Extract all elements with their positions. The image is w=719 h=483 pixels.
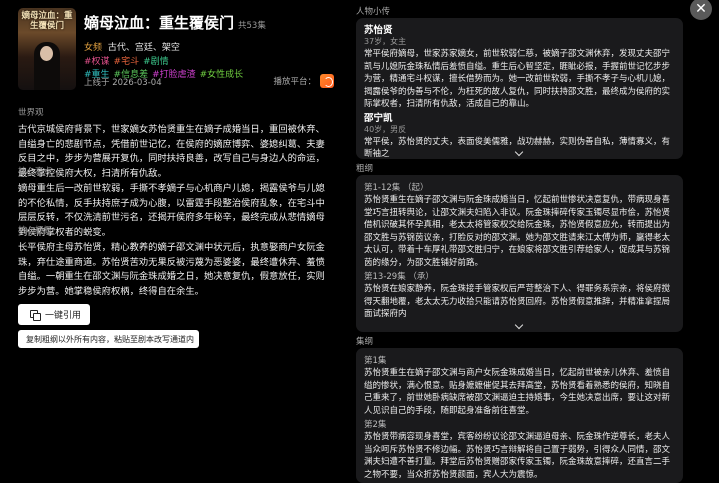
character-name: 邵宁凯 — [364, 112, 393, 124]
section-title: 核心亮点 — [18, 167, 53, 177]
quote-button-label: 一键引用 — [45, 311, 82, 321]
episode-label: 第1集 — [364, 356, 387, 366]
tag: #权谋 — [84, 57, 110, 67]
episodes-title: 集纲 — [356, 337, 374, 347]
tag: #女性成长 — [199, 70, 244, 80]
episode-text: 苏怡贤带病容现身喜堂，宾客纷纷议论邵文渊逼迫母亲、阮金珠作逆尊长，老夫人当众呵斥… — [364, 432, 671, 480]
copy-hint: 复制粗纲以外所有内容，粘贴至剧本改写通道内 — [18, 330, 199, 348]
genre-label: 女频 — [84, 43, 103, 53]
episode-label: 第2集 — [364, 420, 387, 430]
characters-title: 人物小传 — [356, 7, 391, 17]
episodes-card[interactable]: 第1集 苏怡贤重生在嫡子邵文渊与商户女阮金珠成婚当日，忆起前世被亲儿休弃、羞愤自… — [356, 348, 683, 483]
drama-meta: 嫡母泣血：重生覆侯门 共53集 女频 古代、宫廷、架空 #权谋 #宅斗 #剧情 #重生… — [84, 8, 344, 82]
outline-text: 苏怡贤重生在嫡子邵文渊与阮金珠成婚当日，忆起前世惨状决意复仇，带病现身喜堂巧言扭… — [364, 195, 671, 268]
tag: #剧情 — [143, 57, 169, 67]
close-icon: ✕ — [695, 1, 707, 17]
platform-label: 播放平台： — [273, 77, 316, 87]
section-title: 核心梗概 — [18, 226, 53, 236]
copy-icon — [30, 310, 41, 321]
close-button[interactable]: ✕ — [690, 0, 712, 20]
outline-text: 苏怡贤在娘家静养，阮金珠接手管家权后严苛整治下人、得罪务系宗亲，将侯府搅得天翻地… — [364, 284, 671, 319]
genres: 古代、宫廷、架空 — [107, 43, 180, 53]
drama-title: 嫡母泣血：重生覆侯门 — [84, 14, 235, 32]
outline-phase: 第13-29集 （承） — [364, 272, 434, 282]
expand-chevron-icon[interactable] — [514, 320, 524, 330]
character-meta: 40岁，男反 — [364, 124, 407, 134]
release-date: 上线于 2026-03-04 — [84, 78, 162, 88]
episode-count: 共53集 — [238, 21, 266, 31]
outline-card[interactable]: 第1-12集 （起） 苏怡贤重生在嫡子邵文渊与阮金珠成婚当日，忆起前世惨状决意复… — [356, 175, 683, 332]
section-title: 世界观 — [18, 108, 44, 118]
platform-app-icon[interactable] — [320, 74, 334, 88]
tag: #宅斗 — [113, 57, 140, 67]
quote-button[interactable]: 一键引用 — [18, 304, 90, 325]
character-name: 苏怡贤 — [364, 25, 393, 36]
drama-cover-image: 嫡母泣血：重生覆侯门 — [18, 8, 76, 90]
cover-title-art: 嫡母泣血：重生覆侯门 — [21, 11, 73, 31]
character-meta: 37岁，女主 — [364, 37, 407, 46]
character-bio: 常平侯府嫡母，世家苏家嫡女，前世软弱仁慈，被嫡子邵文渊休弃，发现丈夫邵宁凯与儿媳… — [364, 49, 671, 109]
outline-title: 粗纲 — [356, 164, 374, 174]
characters-card[interactable]: 苏怡贤 37岁，女主 常平侯府嫡母，世家苏家嫡女，前世软弱仁慈，被嫡子邵文渊休弃… — [356, 18, 683, 159]
episode-text: 苏怡贤重生在嫡子邵文渊与商户女阮金珠成婚当日，忆起前世被亲儿休弃、羞愤自缢的惨状… — [364, 368, 671, 416]
section-text: 长平侯府主母苏怡贤，精心教养的嫡子邵文渊中状元后，执意娶商户女阮金珠，弃仕途重商… — [18, 242, 325, 297]
platform: 播放平台： — [273, 74, 334, 88]
section-summary: 核心梗概 长平侯府主母苏怡贤，精心教养的嫡子邵文渊中状元后，执意娶商户女阮金珠，… — [18, 224, 334, 299]
outline-phase: 第1-12集 （起） — [364, 183, 429, 193]
